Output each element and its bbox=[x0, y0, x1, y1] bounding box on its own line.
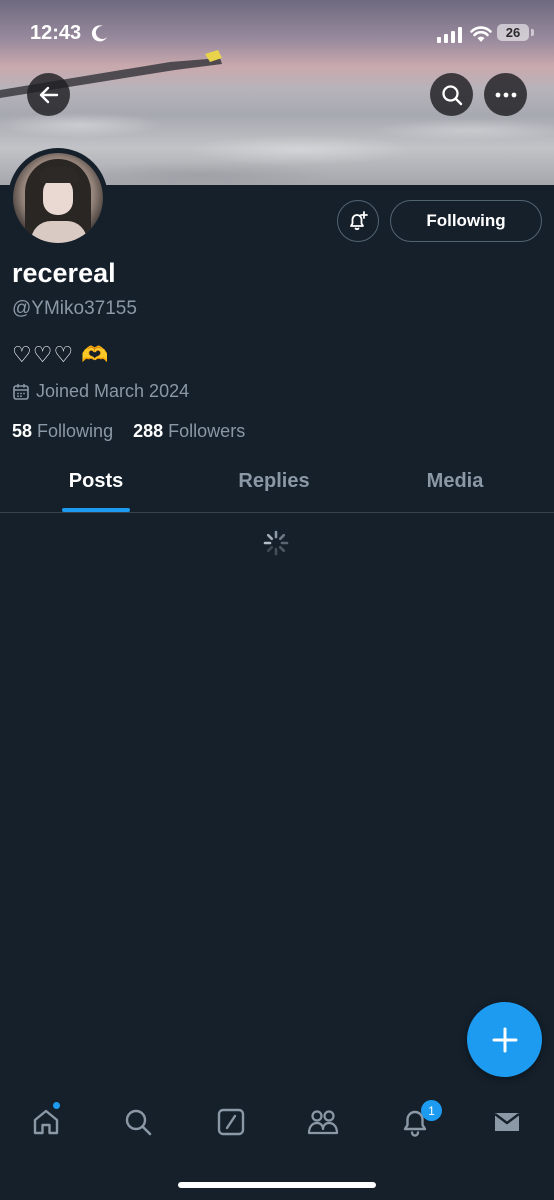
communities-icon bbox=[307, 1110, 339, 1135]
grok-icon bbox=[217, 1108, 245, 1136]
following-count-link[interactable]: 58 Following bbox=[12, 421, 113, 441]
more-icon bbox=[495, 92, 516, 97]
profile-bio: ♡♡♡ 🫶 bbox=[12, 342, 110, 367]
plus-icon bbox=[492, 1027, 517, 1052]
cellular-signal-icon bbox=[437, 27, 462, 43]
tab-media[interactable]: Media bbox=[359, 470, 551, 493]
back-arrow-icon bbox=[39, 86, 58, 103]
battery-indicator: 26 bbox=[497, 24, 529, 41]
joined-date: Joined March 2024 bbox=[36, 381, 190, 401]
followers-label: Followers bbox=[168, 421, 246, 441]
following-label: Following bbox=[37, 421, 114, 441]
back-button[interactable] bbox=[27, 73, 70, 116]
username-handle: @YMiko37155 bbox=[12, 298, 137, 319]
compose-post-button[interactable] bbox=[467, 1002, 542, 1077]
following-button[interactable]: Following bbox=[390, 200, 542, 242]
more-options-button[interactable] bbox=[484, 73, 527, 116]
search-button[interactable] bbox=[430, 73, 473, 116]
followers-count-link[interactable]: 288 Followers bbox=[133, 421, 245, 441]
tab-replies[interactable]: Replies bbox=[178, 470, 370, 493]
status-bar: 12:43 26 bbox=[0, 0, 554, 66]
nav-home[interactable] bbox=[29, 1105, 63, 1139]
nav-grok[interactable] bbox=[214, 1105, 248, 1139]
display-name: recereal bbox=[12, 258, 116, 288]
search-icon bbox=[125, 1109, 152, 1136]
status-time: 12:43 bbox=[30, 22, 82, 44]
mail-icon bbox=[494, 1113, 520, 1131]
home-new-indicator bbox=[53, 1102, 60, 1109]
profile-tabs: Posts Replies Media bbox=[0, 456, 554, 513]
calendar-icon bbox=[13, 383, 29, 400]
nav-explore[interactable] bbox=[121, 1105, 155, 1139]
loading-spinner-icon bbox=[263, 530, 289, 556]
wifi-icon bbox=[470, 26, 492, 42]
nav-messages[interactable] bbox=[490, 1105, 524, 1139]
notifications-subscribe-button[interactable] bbox=[337, 200, 379, 242]
followers-count: 288 bbox=[133, 421, 164, 441]
nav-communities[interactable] bbox=[306, 1105, 340, 1139]
following-count: 58 bbox=[12, 421, 33, 441]
bell-plus-icon bbox=[350, 211, 368, 231]
avatar-image bbox=[13, 153, 103, 243]
home-icon bbox=[33, 1109, 59, 1135]
profile-avatar[interactable] bbox=[8, 148, 108, 248]
follow-counts: 58 Following 288 Followers bbox=[12, 421, 245, 442]
joined-date-row: Joined March 2024 bbox=[12, 381, 189, 402]
battery-tip bbox=[531, 29, 534, 36]
active-tab-indicator bbox=[62, 508, 130, 512]
search-icon bbox=[441, 84, 462, 105]
moon-icon bbox=[91, 25, 107, 42]
tab-posts[interactable]: Posts bbox=[0, 470, 192, 493]
notifications-badge: 1 bbox=[421, 1100, 442, 1121]
home-indicator-bar bbox=[178, 1182, 376, 1188]
